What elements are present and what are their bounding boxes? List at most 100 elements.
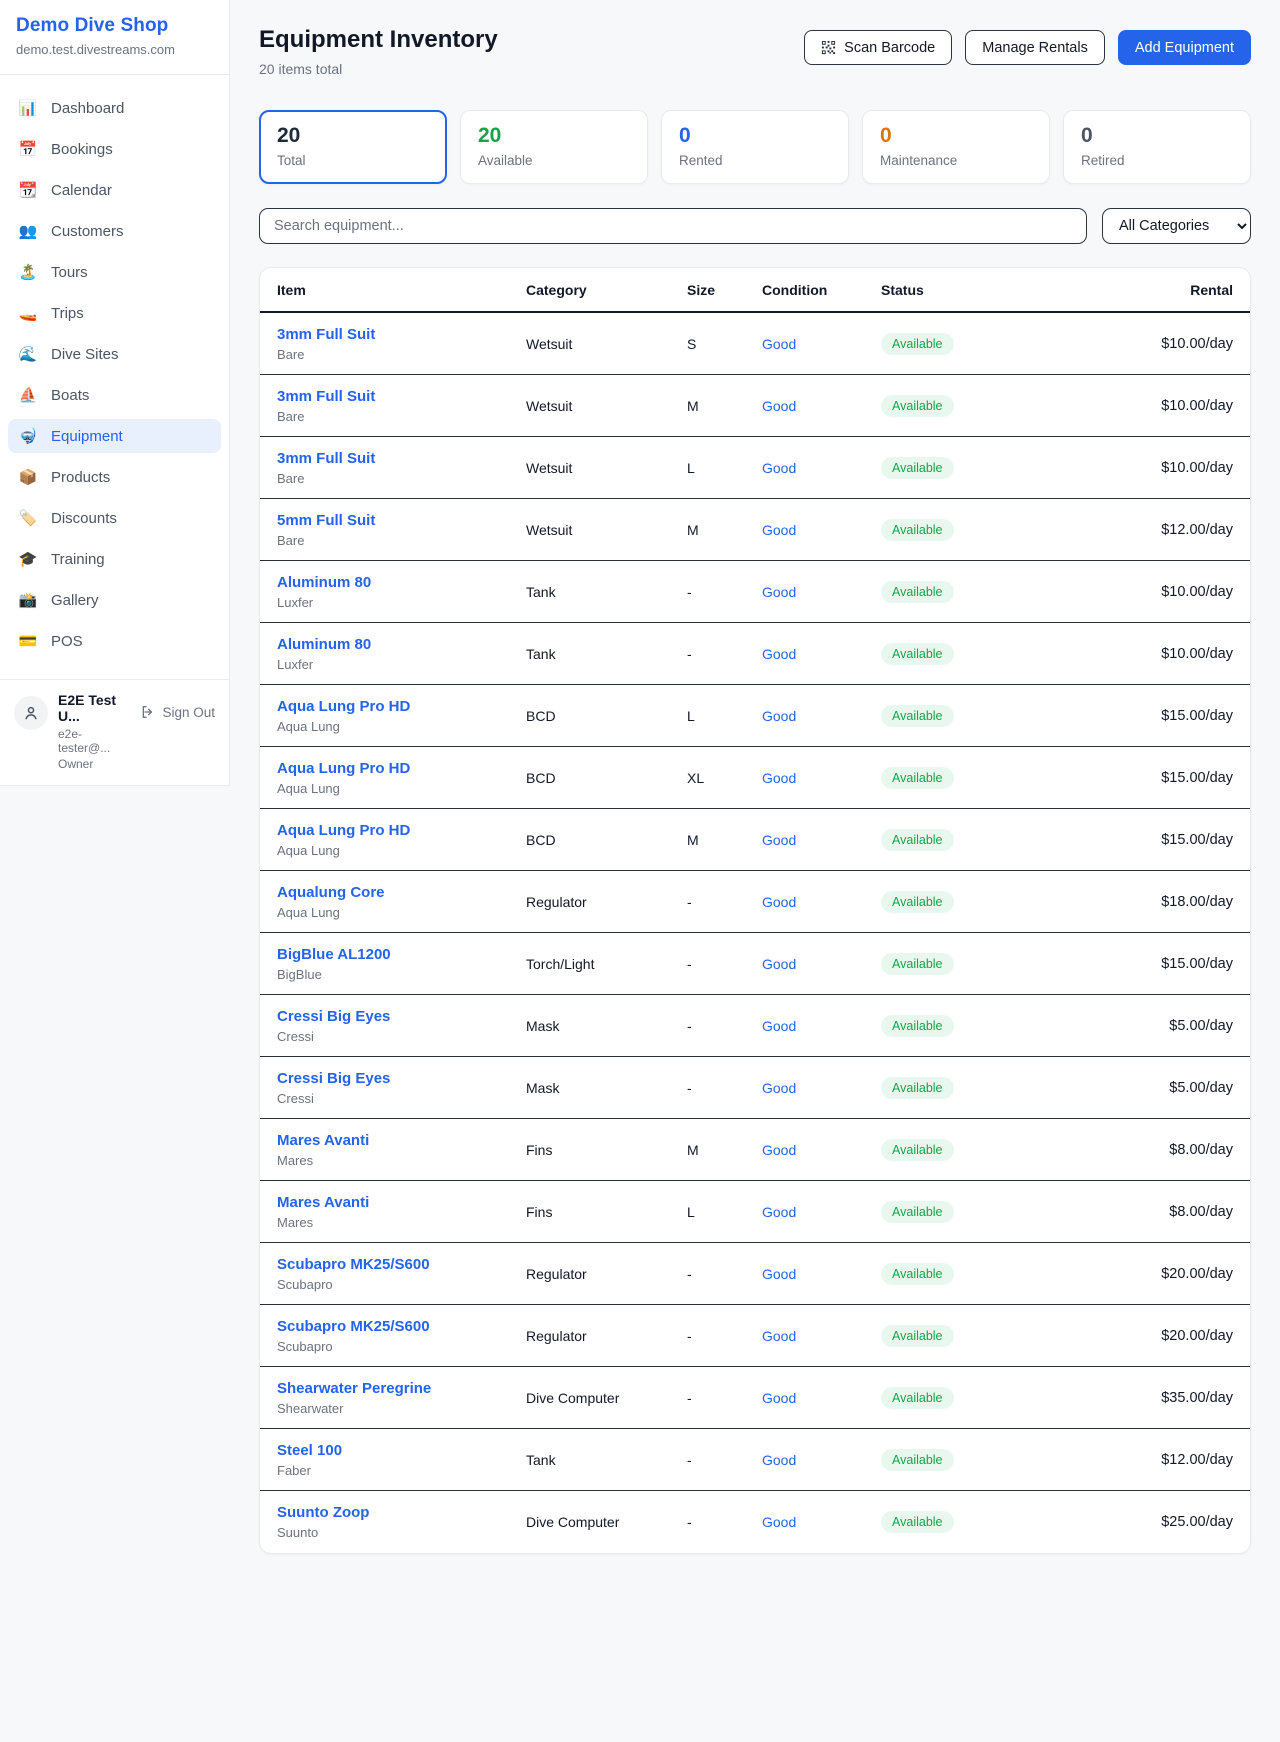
condition-link[interactable]: Good <box>762 832 881 848</box>
category-cell: Regulator <box>526 894 687 910</box>
item-name-link[interactable]: 3mm Full Suit <box>277 388 526 405</box>
sign-out-button[interactable]: Sign Out <box>140 704 215 720</box>
item-brand: BigBlue <box>277 967 526 982</box>
item-name-link[interactable]: 3mm Full Suit <box>277 326 526 343</box>
condition-link[interactable]: Good <box>762 584 881 600</box>
condition-link[interactable]: Good <box>762 1390 881 1406</box>
stat-card-retired[interactable]: 0Retired <box>1063 110 1251 184</box>
stat-card-total[interactable]: 20Total <box>259 110 447 184</box>
item-name-link[interactable]: Scubapro MK25/S600 <box>277 1318 526 1335</box>
condition-link[interactable]: Good <box>762 1204 881 1220</box>
condition-link[interactable]: Good <box>762 1266 881 1282</box>
item-name-link[interactable]: Aqua Lung Pro HD <box>277 760 526 777</box>
item-name-link[interactable]: Steel 100 <box>277 1442 526 1459</box>
condition-link[interactable]: Good <box>762 336 881 352</box>
category-cell: Tank <box>526 646 687 662</box>
item-name-link[interactable]: BigBlue AL1200 <box>277 946 526 963</box>
item-name-link[interactable]: 5mm Full Suit <box>277 512 526 529</box>
sidebar-item-equipment[interactable]: 🤿Equipment <box>8 419 221 453</box>
sidebar-item-boats[interactable]: ⛵Boats <box>8 378 221 412</box>
condition-link[interactable]: Good <box>762 1514 881 1530</box>
size-cell: L <box>687 708 762 724</box>
sidebar-item-discounts[interactable]: 🏷️Discounts <box>8 501 221 535</box>
item-brand: Luxfer <box>277 657 526 672</box>
condition-link[interactable]: Good <box>762 1142 881 1158</box>
sidebar-nav: 📊Dashboard 📅Bookings 📆Calendar 👥Customers 🏝️… <box>0 75 229 679</box>
category-cell: Wetsuit <box>526 522 687 538</box>
item-name-link[interactable]: Scubapro MK25/S600 <box>277 1256 526 1273</box>
item-name-link[interactable]: Aqua Lung Pro HD <box>277 698 526 715</box>
size-cell: - <box>687 1080 762 1096</box>
add-equipment-button[interactable]: Add Equipment <box>1118 30 1251 65</box>
condition-link[interactable]: Good <box>762 956 881 972</box>
condition-link[interactable]: Good <box>762 1080 881 1096</box>
stat-card-rented[interactable]: 0Rented <box>661 110 849 184</box>
sidebar-item-training[interactable]: 🎓Training <box>8 542 221 576</box>
table-row: Aqua Lung Pro HDAqua LungBCDMGoodAvailab… <box>260 809 1250 871</box>
table-row: 3mm Full SuitBareWetsuitSGoodAvailable$1… <box>260 313 1250 375</box>
sidebar-item-calendar[interactable]: 📆Calendar <box>8 173 221 207</box>
item-name-link[interactable]: Aluminum 80 <box>277 636 526 653</box>
status-cell: Available <box>881 1449 1031 1471</box>
table-row: Cressi Big EyesCressiMask-GoodAvailable$… <box>260 1057 1250 1119</box>
sidebar-item-tours[interactable]: 🏝️Tours <box>8 255 221 289</box>
rental-price: $12.00/day <box>1031 1452 1233 1468</box>
sidebar-item-dashboard[interactable]: 📊Dashboard <box>8 91 221 125</box>
status-cell: Available <box>881 457 1031 479</box>
status-cell: Available <box>881 767 1031 789</box>
condition-link[interactable]: Good <box>762 460 881 476</box>
sidebar-item-pos[interactable]: 💳POS <box>8 624 221 658</box>
status-badge: Available <box>881 1387 954 1409</box>
status-badge: Available <box>881 1325 954 1347</box>
item-name-link[interactable]: Suunto Zoop <box>277 1504 526 1521</box>
table-header-row: ItemCategorySizeConditionStatusRental <box>260 268 1250 313</box>
item-name-link[interactable]: Cressi Big Eyes <box>277 1008 526 1025</box>
item-name-link[interactable]: Mares Avanti <box>277 1132 526 1149</box>
sidebar-item-trips[interactable]: 🚤Trips <box>8 296 221 330</box>
category-select[interactable]: All Categories <box>1102 208 1251 244</box>
sidebar-item-label: Gallery <box>51 592 99 609</box>
condition-link[interactable]: Good <box>762 1328 881 1344</box>
rental-price: $10.00/day <box>1031 584 1233 600</box>
category-cell: Fins <box>526 1142 687 1158</box>
condition-link[interactable]: Good <box>762 522 881 538</box>
condition-link[interactable]: Good <box>762 646 881 662</box>
scan-barcode-button[interactable]: Scan Barcode <box>804 30 952 65</box>
condition-link[interactable]: Good <box>762 1018 881 1034</box>
item-cell: Suunto ZoopSuunto <box>277 1504 526 1540</box>
sidebar-item-customers[interactable]: 👥Customers <box>8 214 221 248</box>
category-cell: Wetsuit <box>526 336 687 352</box>
item-name-link[interactable]: Shearwater Peregrine <box>277 1380 526 1397</box>
item-brand: Aqua Lung <box>277 905 526 920</box>
table-row: 3mm Full SuitBareWetsuitMGoodAvailable$1… <box>260 375 1250 437</box>
rental-price: $15.00/day <box>1031 832 1233 848</box>
condition-link[interactable]: Good <box>762 398 881 414</box>
sidebar-item-bookings[interactable]: 📅Bookings <box>8 132 221 166</box>
stat-card-maintenance[interactable]: 0Maintenance <box>862 110 1050 184</box>
brand-title[interactable]: Demo Dive Shop <box>16 15 213 37</box>
status-cell: Available <box>881 581 1031 603</box>
item-name-link[interactable]: Aqualung Core <box>277 884 526 901</box>
sidebar-item-products[interactable]: 📦Products <box>8 460 221 494</box>
item-name-link[interactable]: Aqua Lung Pro HD <box>277 822 526 839</box>
stat-card-available[interactable]: 20Available <box>460 110 648 184</box>
status-badge: Available <box>881 891 954 913</box>
search-input[interactable] <box>259 208 1087 244</box>
condition-link[interactable]: Good <box>762 770 881 786</box>
condition-link[interactable]: Good <box>762 1452 881 1468</box>
item-name-link[interactable]: 3mm Full Suit <box>277 450 526 467</box>
item-cell: Shearwater PeregrineShearwater <box>277 1380 526 1416</box>
condition-link[interactable]: Good <box>762 894 881 910</box>
item-name-link[interactable]: Mares Avanti <box>277 1194 526 1211</box>
condition-link[interactable]: Good <box>762 708 881 724</box>
manage-rentals-button[interactable]: Manage Rentals <box>965 30 1105 65</box>
header-actions: Scan Barcode Manage Rentals Add Equipmen… <box>804 30 1251 65</box>
category-cell: Mask <box>526 1080 687 1096</box>
sidebar-item-gallery[interactable]: 📸Gallery <box>8 583 221 617</box>
item-brand: Luxfer <box>277 595 526 610</box>
status-cell: Available <box>881 1015 1031 1037</box>
item-name-link[interactable]: Aluminum 80 <box>277 574 526 591</box>
column-header-size: Size <box>687 282 762 298</box>
sidebar-item-dive-sites[interactable]: 🌊Dive Sites <box>8 337 221 371</box>
item-name-link[interactable]: Cressi Big Eyes <box>277 1070 526 1087</box>
